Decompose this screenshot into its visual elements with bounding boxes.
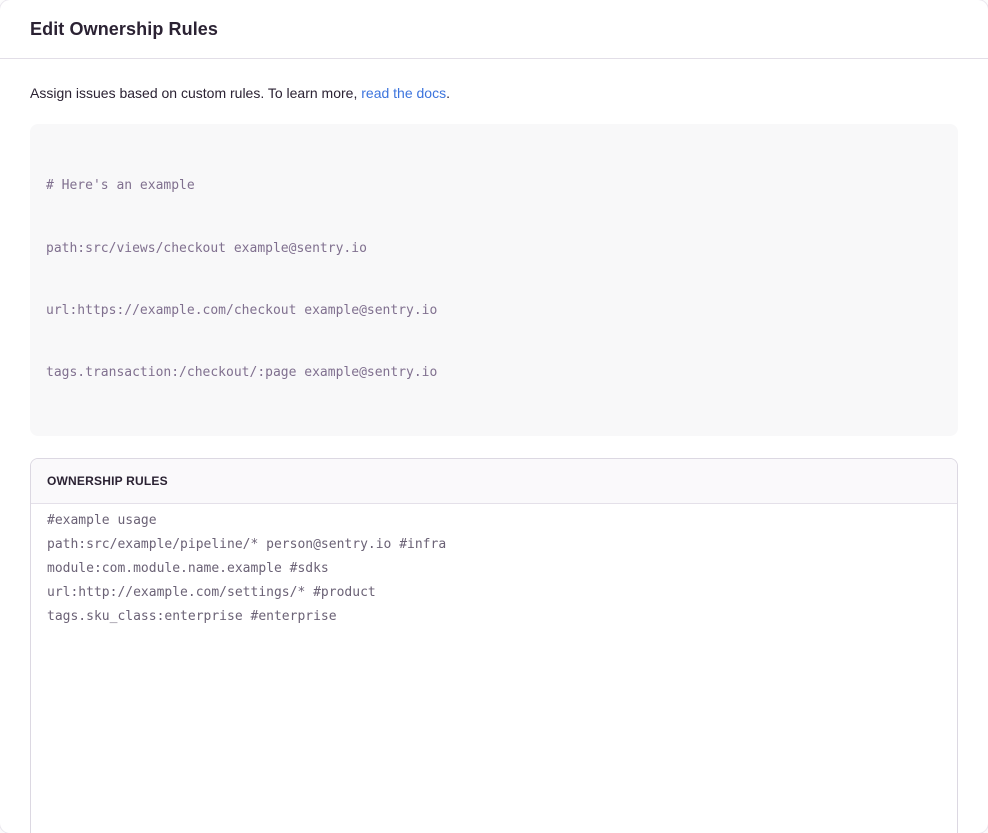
example-code-block: # Here's an example path:src/views/check… bbox=[30, 124, 958, 436]
ownership-rules-textarea[interactable]: #example usage path:src/example/pipeline… bbox=[31, 504, 957, 833]
example-line: tags.transaction:/checkout/:page example… bbox=[46, 363, 942, 384]
description-text: Assign issues based on custom rules. To … bbox=[30, 85, 361, 101]
description: Assign issues based on custom rules. To … bbox=[30, 83, 958, 103]
ownership-rules-panel-header: OWNERSHIP RULES bbox=[31, 459, 957, 504]
ownership-rules-panel: OWNERSHIP RULES #example usage path:src/… bbox=[30, 458, 958, 833]
modal-header: Edit Ownership Rules bbox=[0, 0, 988, 59]
modal-body: Assign issues based on custom rules. To … bbox=[0, 59, 988, 833]
edit-ownership-rules-modal: Edit Ownership Rules Assign issues based… bbox=[0, 0, 988, 833]
example-line: # Here's an example bbox=[46, 176, 942, 197]
description-suffix: . bbox=[446, 85, 450, 101]
modal-title: Edit Ownership Rules bbox=[30, 19, 218, 40]
ownership-rules-panel-title: OWNERSHIP RULES bbox=[47, 474, 168, 488]
read-the-docs-link[interactable]: read the docs bbox=[361, 85, 446, 101]
example-line: url:https://example.com/checkout example… bbox=[46, 301, 942, 322]
example-line: path:src/views/checkout example@sentry.i… bbox=[46, 239, 942, 260]
